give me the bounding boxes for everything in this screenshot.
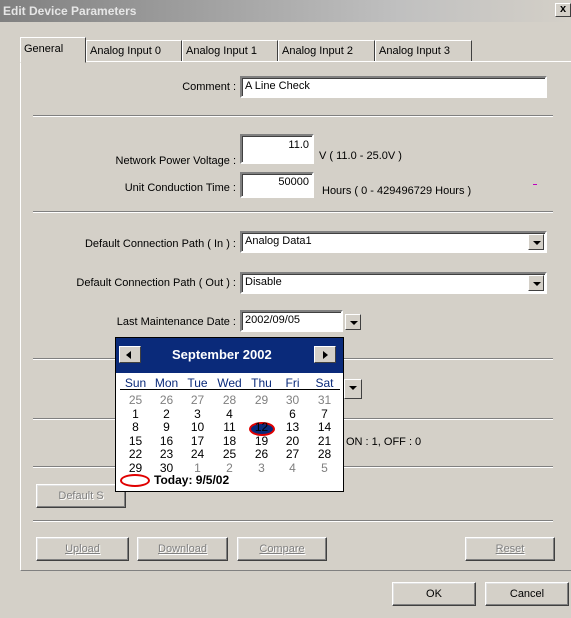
calendar-day[interactable]: 1	[120, 407, 151, 421]
cancel-button[interactable]: Cancel	[485, 582, 569, 606]
default-settings-button[interactable]: Default S	[36, 484, 126, 508]
next-month-button[interactable]	[314, 346, 336, 363]
calendar-day[interactable]: 7	[309, 407, 340, 421]
path-out-label: Default Connection Path ( Out ) :	[76, 277, 236, 289]
comment-field[interactable]: A Line Check	[240, 76, 547, 98]
path-in-value: Analog Data1	[245, 235, 312, 247]
calendar-day[interactable]: 23	[151, 447, 182, 461]
calendar-day[interactable]: 28	[309, 447, 340, 461]
voltage-range-text: V ( 11.0 - 25.0V )	[319, 150, 402, 162]
calendar-day[interactable]: 3	[182, 407, 213, 421]
conduction-label: Unit Conduction Time :	[124, 182, 236, 194]
maintenance-date-label: Last Maintenance Date :	[116, 316, 236, 328]
calendar-day[interactable]: 16	[151, 434, 182, 448]
marker-dash	[533, 184, 537, 185]
calendar-day[interactable]: 5	[246, 407, 277, 421]
weekday-label: Fri	[285, 376, 300, 390]
calendar-day[interactable]: 9	[151, 420, 182, 434]
compare-label: Compare	[259, 543, 305, 555]
tab-analog-input-3[interactable]: Analog Input 3	[375, 40, 472, 62]
upload-label: Upload	[65, 543, 100, 555]
calendar-day[interactable]: 24	[182, 447, 213, 461]
weekday-label: Sun	[124, 376, 147, 390]
today-link[interactable]: Today: 9/5/02	[154, 473, 229, 487]
conduction-range-text: Hours ( 0 - 429496729 Hours )	[322, 185, 472, 197]
previous-month-button[interactable]	[119, 346, 141, 363]
calendar-month-title: September 2002	[172, 347, 272, 362]
separator	[33, 115, 553, 117]
weekday-label: Wed	[217, 376, 242, 390]
conduction-time-field[interactable]: 50000	[240, 172, 314, 198]
calendar-day[interactable]: 19	[246, 434, 277, 448]
reset-label: Reset	[495, 543, 525, 555]
calendar-day[interactable]: 29	[246, 393, 277, 407]
comment-label: Comment :	[182, 81, 236, 93]
weekday-label: Tue	[187, 376, 208, 390]
on-off-hint: ON : 1, OFF : 0	[346, 436, 422, 448]
compare-button[interactable]: Compare	[237, 537, 327, 561]
calendar-day[interactable]: 27	[182, 393, 213, 407]
calendar-day[interactable]: 22	[120, 447, 151, 461]
calendar-day[interactable]: 4	[277, 461, 308, 475]
calendar-day[interactable]: 13	[277, 420, 308, 434]
calendar-day[interactable]: 18	[214, 434, 245, 448]
calendar-day[interactable]: 17	[182, 434, 213, 448]
calendar-day[interactable]: 28	[214, 393, 245, 407]
calendar-day[interactable]: 8	[120, 420, 151, 434]
calendar-day[interactable]: 2	[151, 407, 182, 421]
calendar-day[interactable]: 30	[277, 393, 308, 407]
separator	[33, 211, 553, 213]
weekday-label: Thu	[251, 376, 272, 390]
path-out-value: Disable	[245, 276, 282, 288]
path-out-select[interactable]: Disable	[240, 272, 547, 294]
close-button[interactable]: x	[555, 3, 571, 17]
download-button[interactable]: Download	[137, 537, 228, 561]
calendar-day[interactable]: 11	[214, 420, 245, 434]
voltage-field[interactable]: 11.0	[240, 134, 314, 164]
chevron-down-icon[interactable]	[528, 234, 544, 250]
calendar-day[interactable]: 3	[246, 461, 277, 475]
calendar-day[interactable]: 10	[182, 420, 213, 434]
reset-button[interactable]: Reset	[465, 537, 555, 561]
calendar-day[interactable]: 31	[309, 393, 340, 407]
separator	[33, 520, 553, 522]
calendar-day[interactable]: 12	[246, 420, 277, 434]
chevron-down-icon[interactable]	[528, 275, 544, 291]
download-label: Download	[158, 543, 207, 555]
calendar-day[interactable]: 25	[120, 393, 151, 407]
calendar-day[interactable]: 20	[277, 434, 308, 448]
calendar-day[interactable]: 26	[151, 393, 182, 407]
calendar-day[interactable]: 29	[120, 461, 151, 475]
calendar-day[interactable]: 21	[309, 434, 340, 448]
calendar-day[interactable]: 5	[309, 461, 340, 475]
weekday-label: Mon	[154, 376, 179, 390]
voltage-label: Network Power Voltage :	[115, 155, 236, 167]
calendar-day[interactable]: 27	[277, 447, 308, 461]
calendar-day[interactable]: 25	[214, 447, 245, 461]
ok-button[interactable]: OK	[392, 582, 476, 606]
calendar-day[interactable]: 14	[309, 420, 340, 434]
calendar-day[interactable]: 26	[246, 447, 277, 461]
date-picker-calendar[interactable]: September 2002 Sun Mon Tue Wed Thu Fri S…	[115, 337, 344, 492]
chevron-down-icon[interactable]	[345, 314, 361, 330]
today-circle-icon	[120, 474, 150, 487]
window-title: Edit Device Parameters	[3, 4, 137, 18]
tab-analog-input-1[interactable]: Analog Input 1	[182, 40, 278, 62]
calendar-header: September 2002	[116, 338, 343, 373]
calendar-day[interactable]: 15	[120, 434, 151, 448]
path-in-select[interactable]: Analog Data1	[240, 231, 547, 253]
maintenance-date-field[interactable]: 2002/09/05	[240, 310, 343, 332]
maintenance-date-value: 2002/09/05	[245, 314, 301, 326]
calendar-day[interactable]: 6	[277, 407, 308, 421]
upload-button[interactable]: Upload	[36, 537, 129, 561]
tab-analog-input-0[interactable]: Analog Input 0	[86, 40, 182, 62]
calendar-day[interactable]: 4	[214, 407, 245, 421]
title-bar: Edit Device Parameters x	[0, 0, 571, 22]
weekday-header: Sun Mon Tue Wed Thu Fri Sat	[120, 376, 340, 390]
weekday-label: Sat	[315, 376, 334, 390]
tab-general[interactable]: General	[20, 37, 86, 63]
path-in-label: Default Connection Path ( In ) :	[84, 238, 236, 250]
tab-analog-input-2[interactable]: Analog Input 2	[278, 40, 375, 62]
chevron-down-icon[interactable]	[344, 379, 362, 399]
